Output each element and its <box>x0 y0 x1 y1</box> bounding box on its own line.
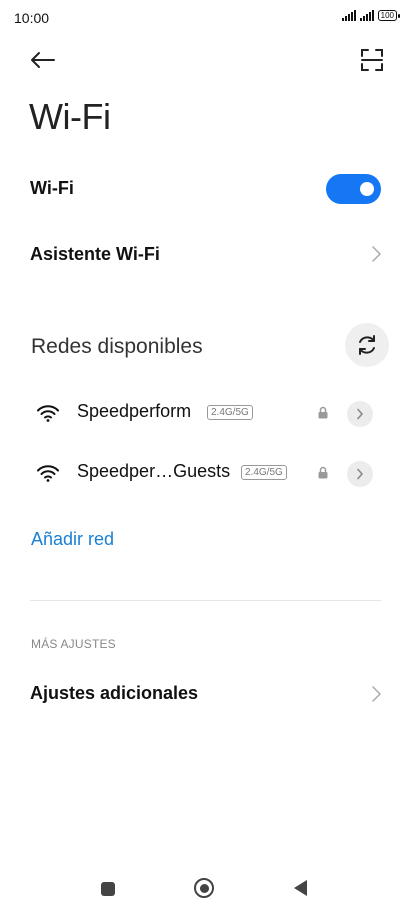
wifi-assistant-item[interactable]: Asistente Wi-Fi <box>30 244 160 265</box>
wifi-signal-icon <box>37 465 59 482</box>
home-dot-icon <box>199 883 209 893</box>
lock-icon <box>318 406 328 419</box>
back-button[interactable] <box>26 46 58 74</box>
band-badge: 2.4G/5G <box>207 405 253 420</box>
signal-icon-2 <box>359 10 374 21</box>
more-settings-header: MÁS AJUSTES <box>31 637 116 651</box>
lock-icon <box>318 466 328 479</box>
network-details-button[interactable] <box>347 401 373 427</box>
signal-icon <box>341 10 356 21</box>
status-icons: 100 <box>341 10 401 21</box>
status-time: 10:00 <box>14 10 50 26</box>
network-item[interactable]: Speedperform 2.4G/5G <box>0 389 411 437</box>
nav-back-button[interactable] <box>294 880 307 896</box>
divider <box>30 600 381 601</box>
wifi-signal-icon <box>37 405 59 422</box>
network-name: Speedper…Guests <box>77 461 231 481</box>
available-networks-title: Redes disponibles <box>31 335 203 358</box>
chevron-right-icon <box>372 246 381 262</box>
additional-settings-item[interactable]: Ajustes adicionales <box>30 683 198 704</box>
scan-qr-button[interactable] <box>356 46 388 74</box>
chevron-right-icon <box>357 468 363 480</box>
refresh-button[interactable] <box>345 323 389 367</box>
network-item[interactable]: Speedper…Guests 2.4G/5G <box>0 449 411 497</box>
page-title: Wi-Fi <box>29 96 111 137</box>
home-button[interactable] <box>194 878 214 898</box>
add-network-link[interactable]: Añadir red <box>31 529 114 550</box>
recent-apps-button[interactable] <box>101 882 115 896</box>
network-details-button[interactable] <box>347 461 373 487</box>
wifi-toggle-label: Wi-Fi <box>30 178 74 198</box>
wifi-toggle[interactable] <box>326 174 381 204</box>
chevron-right-icon <box>372 686 381 702</box>
band-badge: 2.4G/5G <box>241 465 287 480</box>
network-name: Speedperform <box>77 401 192 421</box>
chevron-right-icon <box>357 408 363 420</box>
back-arrow-icon <box>31 52 55 68</box>
refresh-icon <box>359 335 375 355</box>
toggle-knob <box>360 182 374 196</box>
scan-icon <box>361 49 383 71</box>
battery-icon: 100 <box>377 10 401 21</box>
